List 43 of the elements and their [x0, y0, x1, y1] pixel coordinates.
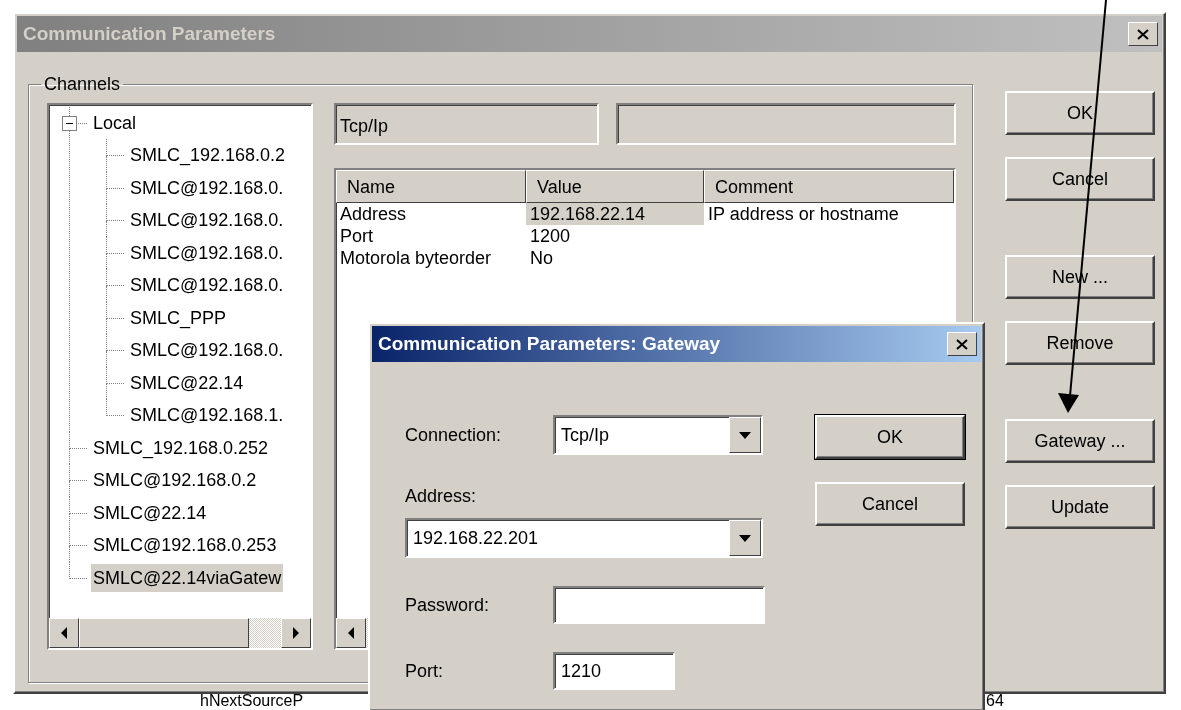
- tree-item[interactable]: SMLC_PPP: [128, 301, 229, 335]
- tree-item[interactable]: SMLC_192.168.0.2: [128, 139, 288, 172]
- column-header[interactable]: Comment: [704, 169, 954, 203]
- column-header[interactable]: Value: [526, 169, 704, 203]
- dialog-button[interactable]: OK: [1005, 91, 1155, 135]
- tree-item[interactable]: SMLC@192.168.0.: [128, 236, 286, 270]
- table-cell[interactable]: 1200: [526, 224, 704, 247]
- tree-item[interactable]: SMLC@192.168.0.: [128, 171, 286, 205]
- tree-item[interactable]: SMLC@192.168.0.: [128, 269, 286, 302]
- tree-item[interactable]: SMLC@192.168.0.: [128, 334, 286, 367]
- table-cell-text: Motorola byteorder: [339, 246, 493, 269]
- table-cell[interactable]: No: [526, 246, 704, 269]
- table-cell-text: Address: [339, 202, 408, 225]
- table-cell-text: IP address or hostname: [707, 202, 900, 225]
- tree-item[interactable]: SMLC@192.168.0.: [128, 204, 286, 237]
- field-label: Address:: [405, 485, 478, 508]
- dialog-button[interactable]: Cancel: [815, 482, 965, 526]
- field-label: Connection:: [405, 423, 503, 447]
- dropdown-field[interactable]: 192.168.22.201: [405, 518, 763, 558]
- tree-item[interactable]: SMLC@22.14: [128, 366, 246, 400]
- input-field[interactable]: 1210: [553, 652, 675, 690]
- table-cell-text: Port: [339, 224, 374, 247]
- tree-item[interactable]: SMLC@22.14: [91, 496, 209, 530]
- protocol-field: Tcp/Ip: [334, 102, 599, 145]
- background-text: hNextSourceP: [200, 693, 304, 709]
- dialog-button[interactable]: OK: [815, 415, 965, 459]
- table-cell[interactable]: 192.168.22.14: [526, 202, 704, 225]
- tree-item[interactable]: SMLC@192.168.1.: [128, 399, 286, 432]
- dialog-button[interactable]: Gateway ...: [1005, 419, 1155, 463]
- tree-item[interactable]: SMLC@192.168.0.2: [91, 464, 259, 497]
- tree-item[interactable]: Local: [91, 106, 139, 140]
- window-title: Communication Parameters: Gateway: [378, 331, 721, 356]
- dialog-button[interactable]: Update: [1005, 485, 1155, 529]
- field-label: Password:: [405, 593, 491, 617]
- window-title: Communication Parameters: [23, 21, 276, 46]
- column-header[interactable]: Name: [336, 169, 526, 203]
- tree-item[interactable]: SMLC@22.14viaGatew: [91, 563, 284, 592]
- group-label: Channels: [43, 75, 122, 95]
- background-text: 64: [986, 693, 1004, 709]
- dropdown-field[interactable]: Tcp/Ip: [553, 415, 763, 455]
- tree-item[interactable]: SMLC_192.168.0.252: [91, 431, 271, 465]
- tree-item[interactable]: SMLC@192.168.0.253: [91, 529, 279, 562]
- field-label: Port:: [405, 659, 444, 683]
